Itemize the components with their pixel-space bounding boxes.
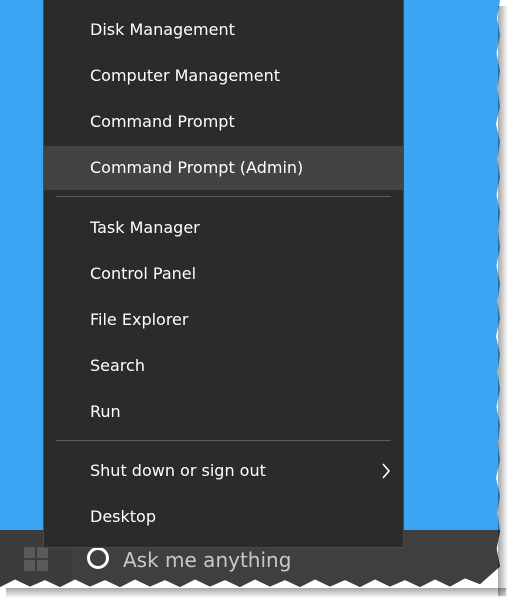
menu-item-label: File Explorer [90,310,189,329]
menu-item-label: Task Manager [90,218,200,237]
menu-item-search[interactable]: Search [44,344,403,388]
menu-item-label: Computer Management [90,66,281,85]
menu-item-label: Shut down or sign out [90,461,266,480]
screenshot-frame: Ask me anything Disk Management Computer… [0,0,500,588]
menu-item-label: Command Prompt [90,112,235,131]
menu-separator [56,440,391,441]
power-user-menu: Disk Management Computer Management Comm… [43,0,404,548]
menu-item-shut-down-or-sign-out[interactable]: Shut down or sign out [44,449,403,493]
menu-item-desktop[interactable]: Desktop [44,495,403,539]
menu-item-control-panel[interactable]: Control Panel [44,252,403,296]
search-placeholder: Ask me anything [123,548,292,572]
menu-item-label: Control Panel [90,264,197,283]
cortana-icon [87,547,109,569]
menu-item-file-explorer[interactable]: File Explorer [44,298,403,342]
menu-item-label: Desktop [90,507,156,526]
menu-item-run[interactable]: Run [44,390,403,434]
chevron-right-icon [382,463,391,479]
menu-item-command-prompt-admin[interactable]: Command Prompt (Admin) [44,146,403,190]
menu-item-label: Run [90,402,121,421]
menu-item-label: Command Prompt (Admin) [90,158,304,177]
menu-item-task-manager[interactable]: Task Manager [44,206,403,250]
menu-separator [56,196,391,197]
menu-item-disk-management[interactable]: Disk Management [44,8,403,52]
windows-logo-icon [24,547,48,571]
menu-item-label: Disk Management [90,20,235,39]
menu-item-computer-management[interactable]: Computer Management [44,54,403,98]
menu-item-command-prompt[interactable]: Command Prompt [44,100,403,144]
frame-shadow [6,588,506,598]
menu-item-label: Search [90,356,145,375]
frame-shadow [498,6,508,596]
